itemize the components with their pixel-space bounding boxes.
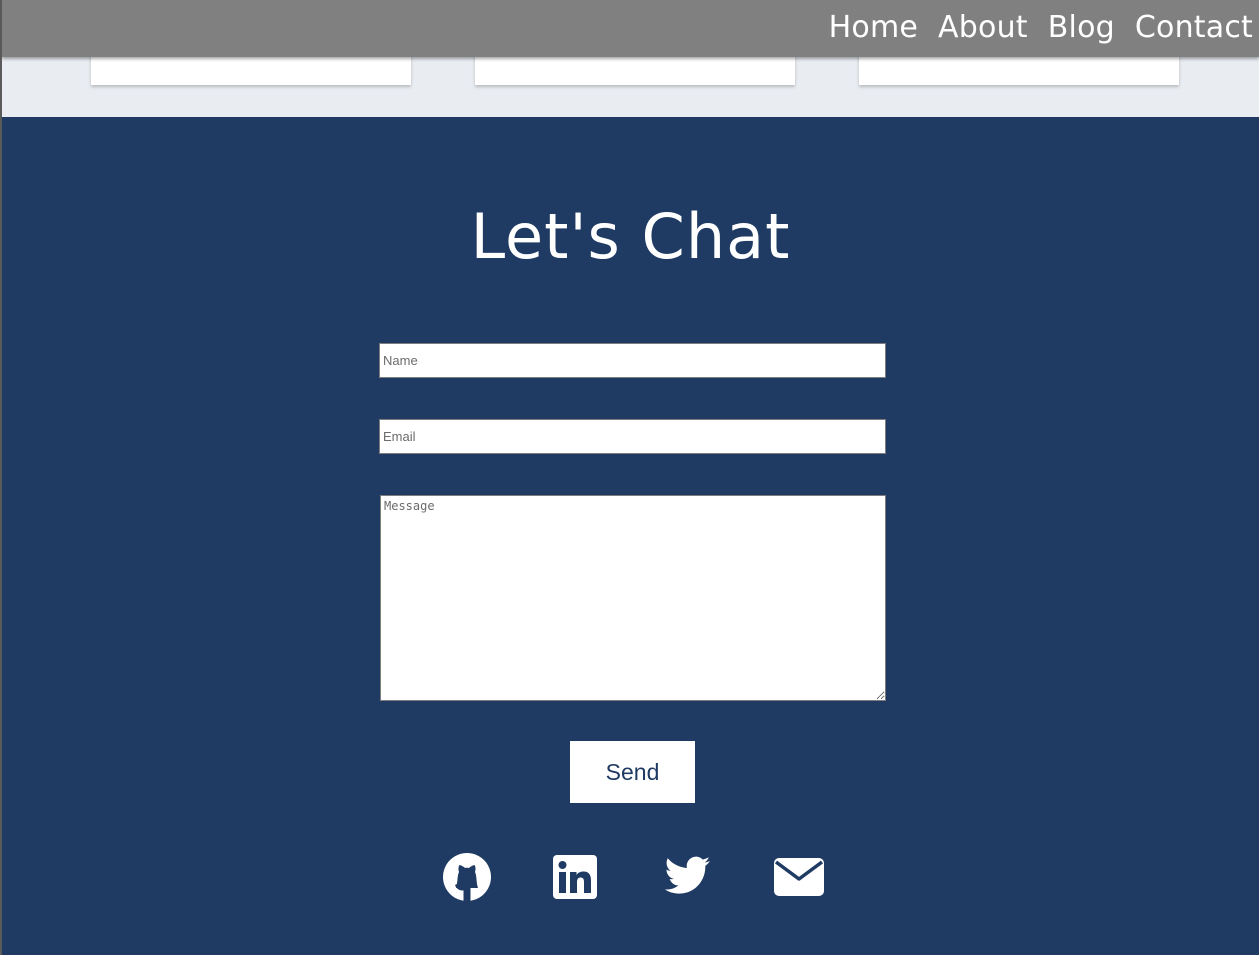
linkedin-icon[interactable] bbox=[550, 849, 600, 905]
nav-link-home[interactable]: Home bbox=[829, 9, 918, 47]
page: Home About Blog Contact Let's Chat Send bbox=[0, 0, 1259, 955]
contact-title: Let's Chat bbox=[470, 200, 791, 273]
message-textarea[interactable] bbox=[380, 495, 886, 701]
github-icon[interactable] bbox=[440, 849, 494, 905]
contact-section: Let's Chat Send bbox=[2, 117, 1259, 955]
name-input[interactable] bbox=[379, 343, 886, 378]
window-edge bbox=[0, 0, 2, 955]
twitter-icon[interactable] bbox=[658, 849, 714, 905]
email-input[interactable] bbox=[379, 419, 886, 454]
mail-icon[interactable] bbox=[772, 849, 826, 905]
nav-link-about[interactable]: About bbox=[938, 9, 1028, 47]
navbar: Home About Blog Contact bbox=[2, 0, 1259, 57]
nav-link-contact[interactable]: Contact bbox=[1135, 9, 1253, 47]
send-button[interactable]: Send bbox=[570, 741, 695, 803]
nav-links: Home About Blog Contact bbox=[829, 9, 1253, 47]
nav-link-blog[interactable]: Blog bbox=[1048, 9, 1115, 47]
